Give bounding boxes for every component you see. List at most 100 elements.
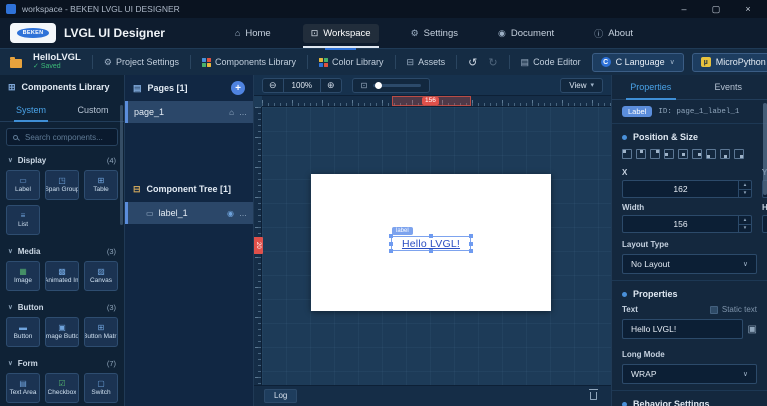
- nav-workspace[interactable]: ⊡ Workspace: [302, 23, 379, 50]
- maximize-button[interactable]: ▢: [703, 4, 729, 15]
- align-center-button[interactable]: [678, 149, 688, 159]
- trash-icon[interactable]: [589, 389, 598, 400]
- align-top-right-button[interactable]: [650, 149, 660, 159]
- components-scrollbar[interactable]: [120, 105, 123, 225]
- align-bottom-left-button[interactable]: [706, 149, 716, 159]
- align-bottom-right-button[interactable]: [734, 149, 744, 159]
- text-input[interactable]: [629, 323, 736, 335]
- resize-handle[interactable]: [429, 249, 433, 253]
- text-label: Text: [622, 305, 638, 314]
- section-button[interactable]: ∨ Button (3): [0, 299, 124, 315]
- add-page-button[interactable]: +: [231, 81, 245, 95]
- widget-id-row: Label ID: page_1_label_1: [612, 100, 767, 124]
- micropython-dropdown[interactable]: µ MicroPython ∨: [691, 52, 767, 72]
- step-up-icon[interactable]: ▲: [739, 181, 751, 190]
- tree-item-name: label_1: [158, 208, 188, 218]
- component-card-animated-image[interactable]: ▩Animated Image: [45, 261, 79, 291]
- component-card-checkbox[interactable]: ☑ Checkbox: [45, 373, 79, 403]
- component-card-text-area[interactable]: ▤ Text Area: [6, 373, 40, 403]
- minimize-button[interactable]: –: [671, 4, 697, 14]
- component-card-label[interactable]: ▭ Label: [6, 170, 40, 200]
- height-input[interactable]: [763, 216, 767, 232]
- nav-document[interactable]: ◉ Document: [490, 24, 562, 43]
- step-down-icon[interactable]: ▼: [739, 190, 751, 198]
- view-dropdown[interactable]: View ▾: [560, 77, 603, 93]
- zoom-slider-knob[interactable]: [375, 81, 383, 89]
- more-icon[interactable]: …: [239, 108, 247, 117]
- nav-about[interactable]: ⓘ About: [586, 23, 641, 44]
- long-mode-select[interactable]: WRAP ∨: [622, 364, 757, 384]
- media-cards: ▦Image ▩Animated Image ▨Canvas: [0, 259, 124, 295]
- design-page[interactable]: label Hello LVGL!: [311, 174, 551, 311]
- undo-button[interactable]: ↺: [468, 56, 477, 69]
- fit-icon[interactable]: ⊡: [361, 81, 368, 90]
- tree-row-label-1[interactable]: ▭ label_1 ◉ …: [125, 202, 253, 224]
- component-card-table[interactable]: ⊞ Table: [84, 170, 118, 200]
- page-row-page-1[interactable]: page_1 ⌂ …: [125, 101, 253, 123]
- canvas-viewport[interactable]: label Hello LVGL!: [262, 107, 611, 385]
- component-card-canvas[interactable]: ▨ Canvas: [84, 261, 118, 291]
- log-tab[interactable]: Log: [264, 389, 298, 403]
- section-form[interactable]: ∨ Form (7): [0, 355, 124, 371]
- tab-system[interactable]: System: [0, 99, 62, 122]
- resize-handle[interactable]: [429, 234, 433, 238]
- assets-button[interactable]: ⊟ Assets: [407, 57, 446, 68]
- home-page-icon[interactable]: ⌂: [229, 108, 234, 117]
- align-middle-right-button[interactable]: [692, 149, 702, 159]
- align-middle-left-button[interactable]: [664, 149, 674, 159]
- properties-section: Properties: [612, 281, 767, 303]
- properties-scrollbar[interactable]: [763, 103, 767, 195]
- zoom-out-button[interactable]: ⊖: [263, 79, 283, 92]
- window-title: workspace - BEKEN LVGL UI DESIGNER: [22, 4, 180, 14]
- selected-label-widget[interactable]: label Hello LVGL!: [389, 227, 473, 253]
- search-input[interactable]: [23, 131, 111, 143]
- color-library-button[interactable]: Color Library: [319, 57, 384, 67]
- eye-icon[interactable]: ◉: [227, 209, 234, 218]
- text-resource-icon[interactable]: ▣: [748, 324, 757, 335]
- layout-type-select[interactable]: No Layout ∨: [622, 254, 757, 274]
- resize-handle[interactable]: [389, 241, 393, 246]
- position-size-section: Position & Size: [612, 124, 767, 146]
- step-down-icon[interactable]: ▼: [739, 225, 751, 233]
- component-card-span-group[interactable]: ◳ Span Group: [45, 170, 79, 200]
- width-input[interactable]: [623, 216, 738, 232]
- tab-events[interactable]: Events: [690, 75, 767, 99]
- component-card-switch[interactable]: ▢ Switch: [84, 373, 118, 403]
- static-text-checkbox[interactable]: [709, 305, 718, 314]
- section-media[interactable]: ∨ Media (3): [0, 243, 124, 259]
- align-bottom-center-button[interactable]: [720, 149, 730, 159]
- resize-handle[interactable]: [469, 234, 473, 238]
- code-editor-button[interactable]: ▤ Code Editor: [521, 57, 581, 68]
- component-card-image[interactable]: ▦ Image: [6, 261, 40, 291]
- component-card-button-matrix[interactable]: ⊞Button Matrix: [84, 317, 118, 347]
- tab-properties[interactable]: Properties: [612, 75, 690, 100]
- tab-custom[interactable]: Custom: [62, 99, 124, 121]
- nav-workspace-label: Workspace: [323, 27, 371, 39]
- nav-home[interactable]: ⌂ Home: [227, 24, 279, 43]
- zoom-slider[interactable]: [373, 81, 422, 89]
- more-icon[interactable]: …: [239, 209, 247, 218]
- resize-handle[interactable]: [469, 241, 473, 246]
- components-library-button[interactable]: Components Library: [201, 57, 296, 67]
- nav-settings[interactable]: ⚙ Settings: [403, 24, 466, 43]
- component-card-list[interactable]: ≡ List: [6, 205, 40, 235]
- c-language-dropdown[interactable]: C C Language ∨: [591, 52, 684, 72]
- gear-icon: ⚙: [103, 56, 112, 67]
- align-top-left-button[interactable]: [622, 149, 632, 159]
- redo-button[interactable]: ↻: [488, 56, 497, 69]
- component-card-button[interactable]: ▬ Button: [6, 317, 40, 347]
- resize-handle[interactable]: [389, 249, 393, 253]
- align-top-center-button[interactable]: [636, 149, 646, 159]
- x-input[interactable]: [623, 181, 738, 197]
- project-settings-button[interactable]: ⚙ Project Settings: [104, 57, 179, 68]
- component-card-image-button[interactable]: ▣Image Button: [45, 317, 79, 347]
- resize-handle[interactable]: [469, 249, 473, 253]
- step-up-icon[interactable]: ▲: [739, 216, 751, 225]
- zoom-in-button[interactable]: ⊕: [321, 79, 341, 92]
- component-search[interactable]: [6, 128, 118, 146]
- close-button[interactable]: ×: [735, 4, 761, 14]
- vertical-ruler: 20: [254, 107, 263, 385]
- resize-handle[interactable]: [389, 234, 393, 238]
- section-display[interactable]: ∨ Display (4): [0, 152, 124, 168]
- button-cards: ▬Button ▣Image Button ⊞Button Matrix: [0, 315, 124, 351]
